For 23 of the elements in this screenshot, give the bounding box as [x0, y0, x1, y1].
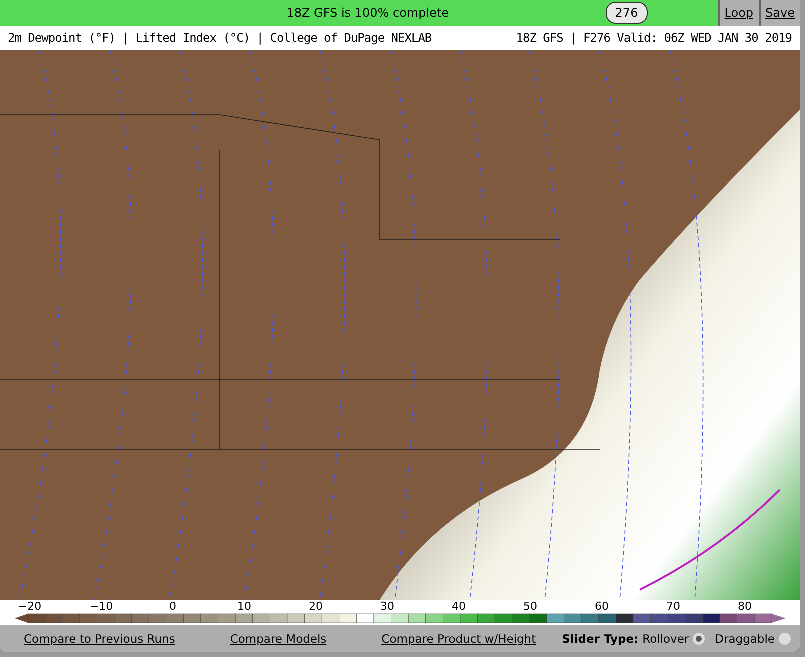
scale-label: 40	[452, 600, 466, 613]
scale-label: −10	[90, 600, 114, 613]
scale-label: 80	[738, 600, 752, 613]
compare-link[interactable]: Compare Product w/Height	[382, 632, 536, 646]
frame-number[interactable]: 276	[606, 2, 648, 24]
scale-label: −20	[18, 600, 42, 613]
scale-label: 0	[170, 600, 176, 613]
run-info: 18Z GFS | F276 Valid: 06Z WED JAN 30 2019	[516, 31, 792, 45]
scale-label: 60	[595, 600, 609, 613]
map-title: 2m Dewpoint (°F) | Lifted Index (°C) | College of DuPage NEXLAB	[8, 31, 432, 45]
option-label: Rollover	[642, 632, 690, 646]
status-message: 18Z GFS is 100% complete	[286, 6, 450, 20]
compare-link[interactable]: Compare Models	[230, 632, 327, 646]
scale-label: 70	[666, 600, 680, 613]
toolbar-link[interactable]: Loop	[718, 0, 759, 26]
compare-link[interactable]: Compare to Previous Runs	[24, 632, 176, 646]
option-label: Draggable	[715, 632, 775, 646]
scale-label: 10	[238, 600, 252, 613]
slider-type-label: Slider Type:	[562, 632, 639, 646]
scale-label: 50	[524, 600, 538, 613]
toolbar-link[interactable]: Save	[758, 0, 800, 26]
scale-label: 30	[380, 600, 394, 613]
scale-label: 20	[309, 600, 323, 613]
